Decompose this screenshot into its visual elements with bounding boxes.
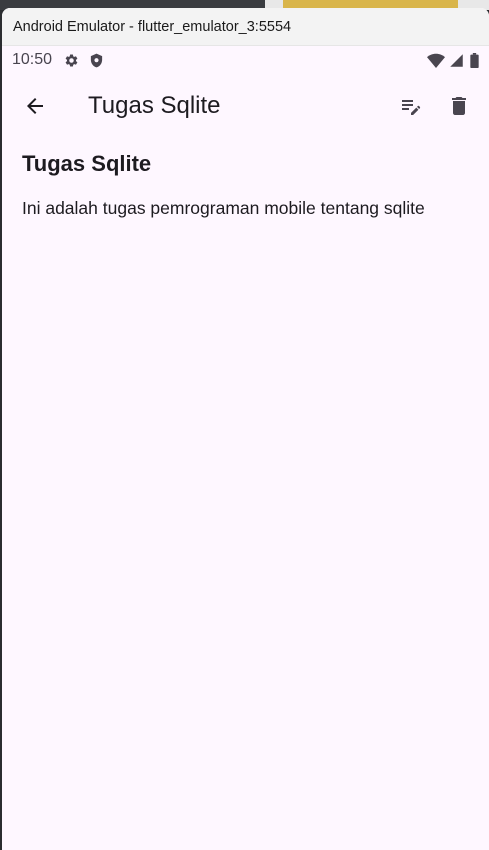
edit-note-button[interactable] (387, 82, 435, 130)
delete-button[interactable] (435, 82, 483, 130)
wifi-icon (427, 53, 445, 68)
edit-note-icon (402, 100, 421, 115)
note-content: Tugas Sqlite Ini adalah tugas pemrograma… (2, 138, 489, 222)
signal-icon (449, 53, 464, 68)
window-titlebar[interactable]: Android Emulator - flutter_emulator_3:55… (2, 8, 489, 46)
status-bar: 10:50 (2, 46, 489, 74)
note-body: Ini adalah tugas pemrograman mobile tent… (22, 198, 425, 218)
delete-icon (452, 97, 466, 115)
window-title: Android Emulator - flutter_emulator_3:55… (13, 18, 292, 35)
emulator-window: Android Emulator - flutter_emulator_3:55… (2, 8, 489, 850)
app-bar: Tugas Sqlite (2, 74, 489, 138)
arrow-back-icon (27, 98, 43, 114)
shield-icon (89, 53, 104, 68)
back-button[interactable] (11, 82, 59, 130)
battery-icon (470, 52, 479, 68)
note-title: Tugas Sqlite (22, 151, 152, 176)
settings-gear-icon (64, 53, 79, 68)
status-time: 10:50 (12, 51, 53, 68)
device-screen: 10:50 Tugas Sqlite Tugas Sqlite Ini adal… (2, 46, 489, 850)
app-bar-title: Tugas Sqlite (88, 92, 221, 119)
